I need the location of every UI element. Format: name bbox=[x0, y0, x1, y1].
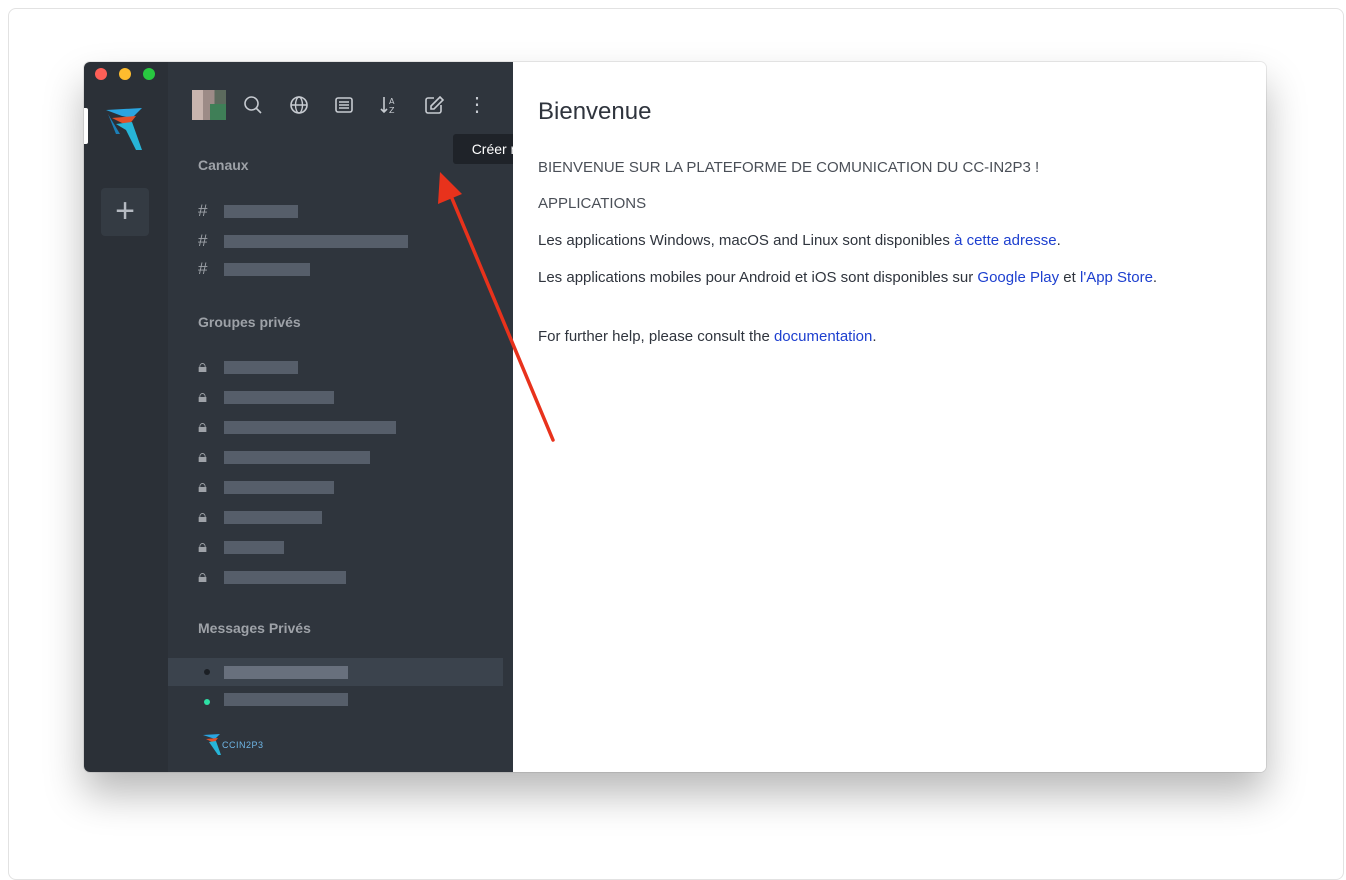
server-logo-icon[interactable] bbox=[102, 104, 146, 152]
desktop-apps-end: . bbox=[1056, 232, 1061, 249]
dm-name-redacted bbox=[224, 666, 348, 679]
add-server-button[interactable]: + bbox=[101, 188, 149, 236]
close-window-button[interactable] bbox=[95, 68, 107, 80]
search-icon[interactable] bbox=[242, 94, 264, 116]
group-name-redacted bbox=[224, 571, 346, 584]
server-rail: + bbox=[84, 62, 168, 772]
channel-item[interactable]: # bbox=[198, 230, 498, 254]
help-end: . bbox=[872, 328, 877, 345]
channel-item[interactable]: # bbox=[198, 200, 498, 224]
maximize-window-button[interactable] bbox=[143, 68, 155, 80]
hashtag-icon: # bbox=[198, 259, 208, 278]
documentation-link[interactable]: documentation bbox=[774, 328, 872, 345]
desktop-apps-paragraph: Les applications Windows, macOS and Linu… bbox=[538, 231, 1243, 251]
sort-icon[interactable]: AZ bbox=[378, 94, 400, 116]
channel-name-redacted bbox=[224, 205, 298, 218]
directory-globe-icon[interactable] bbox=[288, 94, 310, 116]
minimize-window-button[interactable] bbox=[119, 68, 131, 80]
section-title-direct-messages: Messages Privés bbox=[198, 620, 311, 636]
private-group-item[interactable]: 🔒︎ bbox=[198, 356, 498, 380]
more-options-icon[interactable]: ⋮ bbox=[466, 94, 488, 116]
user-avatar[interactable] bbox=[192, 90, 226, 120]
private-group-item[interactable]: 🔒︎ bbox=[198, 416, 498, 440]
dm-name-redacted bbox=[224, 693, 348, 706]
help-paragraph: For further help, please consult the doc… bbox=[538, 327, 1243, 347]
svg-text:A: A bbox=[389, 97, 395, 106]
private-group-item[interactable]: 🔒︎ bbox=[198, 446, 498, 470]
channel-name-redacted bbox=[224, 235, 408, 248]
hashtag-icon: # bbox=[198, 231, 208, 250]
page-title: Bienvenue bbox=[538, 98, 652, 125]
section-title-private-groups: Groupes privés bbox=[198, 314, 301, 330]
private-group-item[interactable]: 🔒︎ bbox=[198, 506, 498, 530]
google-play-link[interactable]: Google Play bbox=[977, 269, 1059, 286]
group-name-redacted bbox=[224, 421, 396, 434]
lock-icon: 🔒︎ bbox=[198, 567, 208, 586]
mobile-apps-paragraph: Les applications mobiles pour Android et… bbox=[538, 268, 1243, 288]
group-name-redacted bbox=[224, 541, 284, 554]
desktop-apps-text: Les applications Windows, macOS and Linu… bbox=[538, 232, 955, 249]
applications-heading: APPLICATIONS bbox=[538, 195, 647, 212]
private-group-item[interactable]: 🔒︎ bbox=[198, 386, 498, 410]
channel-name-redacted bbox=[224, 263, 310, 276]
footer-logo-text: CCIN2P3 bbox=[222, 740, 264, 750]
lock-icon: 🔒︎ bbox=[198, 507, 208, 526]
group-name-redacted bbox=[224, 511, 322, 524]
mobile-apps-mid: et bbox=[1059, 269, 1080, 286]
group-name-redacted bbox=[224, 451, 370, 464]
svg-text:Z: Z bbox=[389, 106, 395, 115]
status-offline-dot bbox=[204, 669, 210, 675]
app-window: + AZ ⋮ Créer nouveau Canaux 3 # # bbox=[84, 62, 1266, 772]
direct-message-item[interactable] bbox=[198, 688, 498, 712]
channel-item[interactable]: # bbox=[198, 258, 498, 282]
private-group-item[interactable]: 🔒︎ bbox=[198, 476, 498, 500]
mobile-apps-text: Les applications mobiles pour Android et… bbox=[538, 269, 978, 286]
download-address-link[interactable]: à cette adresse bbox=[954, 232, 1057, 249]
group-name-redacted bbox=[224, 481, 334, 494]
create-new-icon[interactable] bbox=[423, 94, 445, 116]
group-name-redacted bbox=[224, 361, 298, 374]
lock-icon: 🔒︎ bbox=[198, 387, 208, 406]
private-group-item[interactable]: 🔒︎ bbox=[198, 566, 498, 590]
view-mode-icon[interactable] bbox=[333, 94, 355, 116]
mobile-apps-end: . bbox=[1152, 269, 1158, 286]
lock-icon: 🔒︎ bbox=[198, 357, 208, 376]
private-group-item[interactable]: 🔒︎ bbox=[198, 536, 498, 560]
lock-icon: 🔒︎ bbox=[198, 447, 208, 466]
lock-icon: 🔒︎ bbox=[198, 417, 208, 436]
server-active-indicator bbox=[84, 108, 88, 144]
hashtag-icon: # bbox=[198, 201, 208, 220]
welcome-headline: BIENVENUE SUR LA PLATEFORME DE COMUNICAT… bbox=[538, 159, 1040, 176]
help-text: For further help, please consult the bbox=[538, 328, 774, 345]
ccin2p3-logo-icon bbox=[203, 734, 221, 755]
section-title-channels: Canaux bbox=[198, 157, 249, 173]
status-online-dot bbox=[204, 699, 210, 705]
lock-icon: 🔒︎ bbox=[198, 477, 208, 496]
direct-message-item-selected[interactable] bbox=[168, 658, 503, 686]
workspace-footer-logo: CCIN2P3 bbox=[202, 732, 274, 758]
group-name-redacted bbox=[224, 391, 334, 404]
app-store-link[interactable]: l'App Store bbox=[1080, 269, 1153, 286]
lock-icon: 🔒︎ bbox=[198, 537, 208, 556]
main-content: Bienvenue BIENVENUE SUR LA PLATEFORME DE… bbox=[513, 62, 1266, 772]
